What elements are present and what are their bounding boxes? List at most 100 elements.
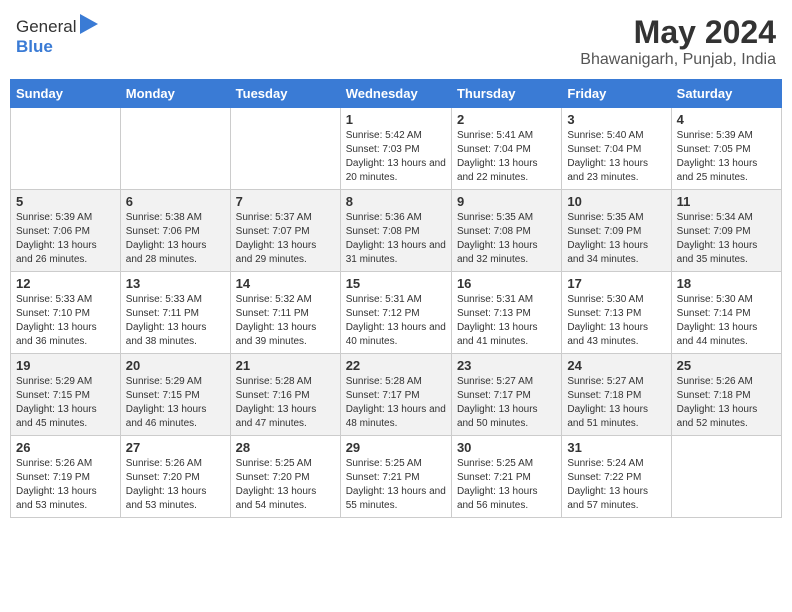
day-info: Sunrise: 5:33 AMSunset: 7:11 PMDaylight:…	[126, 293, 225, 349]
day-number: 6	[126, 194, 225, 209]
day-number: 13	[126, 276, 225, 291]
day-info: Sunrise: 5:24 AMSunset: 7:22 PMDaylight:…	[567, 457, 665, 513]
day-cell: 12 Sunrise: 5:33 AMSunset: 7:10 PMDayligh…	[11, 272, 121, 354]
day-cell	[120, 108, 230, 190]
day-cell: 5Sunrise: 5:39 AMSunset: 7:06 PMDaylight…	[11, 190, 121, 272]
day-number: 28	[236, 440, 335, 455]
day-cell: 29 Sunrise: 5:25 AMSunset: 7:21 PMDayligh…	[340, 436, 451, 518]
day-number: 31	[567, 440, 665, 455]
day-cell: 6 Sunrise: 5:38 AMSunset: 7:06 PMDaylight…	[120, 190, 230, 272]
day-number: 23	[457, 358, 556, 373]
day-cell	[230, 108, 340, 190]
day-cell: 3 Sunrise: 5:40 AMSunset: 7:04 PMDaylight…	[562, 108, 671, 190]
day-cell: 19 Sunrise: 5:29 AMSunset: 7:15 PMDayligh…	[11, 354, 121, 436]
day-cell: 21Sunrise: 5:28 AMSunset: 7:16 PMDayligh…	[230, 354, 340, 436]
day-info: Sunrise: 5:35 AMSunset: 7:09 PMDaylight:…	[567, 211, 665, 267]
weekday-header-tuesday: Tuesday	[230, 80, 340, 108]
day-number: 14	[236, 276, 335, 291]
day-number: 11	[677, 194, 776, 209]
day-number: 21	[236, 358, 335, 373]
day-cell: 20Sunrise: 5:29 AMSunset: 7:15 PMDayligh…	[120, 354, 230, 436]
title-block: May 2024 Bhawanigarh, Punjab, India	[580, 14, 776, 69]
week-row-1: 1 Sunrise: 5:42 AMSunset: 7:03 PMDaylight…	[11, 108, 782, 190]
weekday-header-wednesday: Wednesday	[340, 80, 451, 108]
day-number: 25	[677, 358, 776, 373]
day-number: 16	[457, 276, 556, 291]
day-cell	[671, 436, 781, 518]
day-cell: 31 Sunrise: 5:24 AMSunset: 7:22 PMDayligh…	[562, 436, 671, 518]
day-info: Sunrise: 5:35 AMSunset: 7:08 PMDaylight:…	[457, 211, 556, 267]
day-cell: 16Sunrise: 5:31 AMSunset: 7:13 PMDayligh…	[451, 272, 561, 354]
weekday-header-sunday: Sunday	[11, 80, 121, 108]
day-info: Sunrise: 5:40 AMSunset: 7:04 PMDaylight:…	[567, 129, 665, 185]
week-row-5: 26 Sunrise: 5:26 AMSunset: 7:19 PMDayligh…	[11, 436, 782, 518]
day-cell: 14 Sunrise: 5:32 AMSunset: 7:11 PMDayligh…	[230, 272, 340, 354]
day-number: 7	[236, 194, 335, 209]
day-number: 9	[457, 194, 556, 209]
week-row-2: 5Sunrise: 5:39 AMSunset: 7:06 PMDaylight…	[11, 190, 782, 272]
day-info: Sunrise: 5:42 AMSunset: 7:03 PMDaylight:…	[346, 129, 446, 185]
logo-general-text: General	[16, 17, 76, 37]
day-info: Sunrise: 5:41 AMSunset: 7:04 PMDaylight:…	[457, 129, 556, 185]
day-number: 4	[677, 112, 776, 127]
day-info: Sunrise: 5:34 AMSunset: 7:09 PMDaylight:…	[677, 211, 776, 267]
day-number: 2	[457, 112, 556, 127]
day-info: Sunrise: 5:39 AMSunset: 7:05 PMDaylight:…	[677, 129, 776, 185]
day-info: Sunrise: 5:38 AMSunset: 7:06 PMDaylight:…	[126, 211, 225, 267]
day-info: Sunrise: 5:27 AMSunset: 7:18 PMDaylight:…	[567, 375, 665, 431]
day-info: Sunrise: 5:32 AMSunset: 7:11 PMDaylight:…	[236, 293, 335, 349]
day-number: 10	[567, 194, 665, 209]
day-cell: 1 Sunrise: 5:42 AMSunset: 7:03 PMDaylight…	[340, 108, 451, 190]
day-info: Sunrise: 5:25 AMSunset: 7:20 PMDaylight:…	[236, 457, 335, 513]
week-row-3: 12 Sunrise: 5:33 AMSunset: 7:10 PMDayligh…	[11, 272, 782, 354]
day-number: 20	[126, 358, 225, 373]
day-number: 8	[346, 194, 446, 209]
day-number: 19	[16, 358, 115, 373]
day-number: 24	[567, 358, 665, 373]
day-number: 18	[677, 276, 776, 291]
day-info: Sunrise: 5:26 AMSunset: 7:20 PMDaylight:…	[126, 457, 225, 513]
day-info: Sunrise: 5:27 AMSunset: 7:17 PMDaylight:…	[457, 375, 556, 431]
day-cell: 28 Sunrise: 5:25 AMSunset: 7:20 PMDayligh…	[230, 436, 340, 518]
day-cell: 18Sunrise: 5:30 AMSunset: 7:14 PMDayligh…	[671, 272, 781, 354]
day-number: 27	[126, 440, 225, 455]
calendar-table: SundayMondayTuesdayWednesdayThursdayFrid…	[10, 79, 782, 518]
day-info: Sunrise: 5:25 AMSunset: 7:21 PMDaylight:…	[346, 457, 446, 513]
weekday-header-friday: Friday	[562, 80, 671, 108]
day-cell: 23 Sunrise: 5:27 AMSunset: 7:17 PMDayligh…	[451, 354, 561, 436]
day-info: Sunrise: 5:39 AMSunset: 7:06 PMDaylight:…	[16, 211, 115, 267]
day-cell: 2 Sunrise: 5:41 AMSunset: 7:04 PMDaylight…	[451, 108, 561, 190]
day-cell: 15 Sunrise: 5:31 AMSunset: 7:12 PMDayligh…	[340, 272, 451, 354]
day-number: 3	[567, 112, 665, 127]
day-info: Sunrise: 5:30 AMSunset: 7:13 PMDaylight:…	[567, 293, 665, 349]
day-cell: 7Sunrise: 5:37 AMSunset: 7:07 PMDaylight…	[230, 190, 340, 272]
logo: General Blue	[16, 14, 98, 57]
day-cell	[11, 108, 121, 190]
day-cell: 4 Sunrise: 5:39 AMSunset: 7:05 PMDaylight…	[671, 108, 781, 190]
weekday-header-monday: Monday	[120, 80, 230, 108]
day-number: 12	[16, 276, 115, 291]
logo-blue-text: Blue	[16, 37, 53, 57]
day-number: 1	[346, 112, 446, 127]
day-cell: 25 Sunrise: 5:26 AMSunset: 7:18 PMDayligh…	[671, 354, 781, 436]
calendar-title: May 2024	[580, 14, 776, 51]
day-info: Sunrise: 5:26 AMSunset: 7:19 PMDaylight:…	[16, 457, 115, 513]
day-number: 17	[567, 276, 665, 291]
day-info: Sunrise: 5:26 AMSunset: 7:18 PMDaylight:…	[677, 375, 776, 431]
day-number: 22	[346, 358, 446, 373]
day-cell: 11 Sunrise: 5:34 AMSunset: 7:09 PMDayligh…	[671, 190, 781, 272]
day-cell: 17 Sunrise: 5:30 AMSunset: 7:13 PMDayligh…	[562, 272, 671, 354]
day-info: Sunrise: 5:31 AMSunset: 7:12 PMDaylight:…	[346, 293, 446, 349]
day-info: Sunrise: 5:29 AMSunset: 7:15 PMDaylight:…	[16, 375, 115, 431]
day-info: Sunrise: 5:33 AMSunset: 7:10 PMDaylight:…	[16, 293, 115, 349]
calendar-subtitle: Bhawanigarh, Punjab, India	[580, 51, 776, 69]
day-info: Sunrise: 5:36 AMSunset: 7:08 PMDaylight:…	[346, 211, 446, 267]
day-number: 15	[346, 276, 446, 291]
weekday-header-saturday: Saturday	[671, 80, 781, 108]
day-cell: 10 Sunrise: 5:35 AMSunset: 7:09 PMDayligh…	[562, 190, 671, 272]
day-number: 26	[16, 440, 115, 455]
day-number: 30	[457, 440, 556, 455]
day-info: Sunrise: 5:28 AMSunset: 7:17 PMDaylight:…	[346, 375, 446, 431]
day-number: 29	[346, 440, 446, 455]
day-cell: 27 Sunrise: 5:26 AMSunset: 7:20 PMDayligh…	[120, 436, 230, 518]
